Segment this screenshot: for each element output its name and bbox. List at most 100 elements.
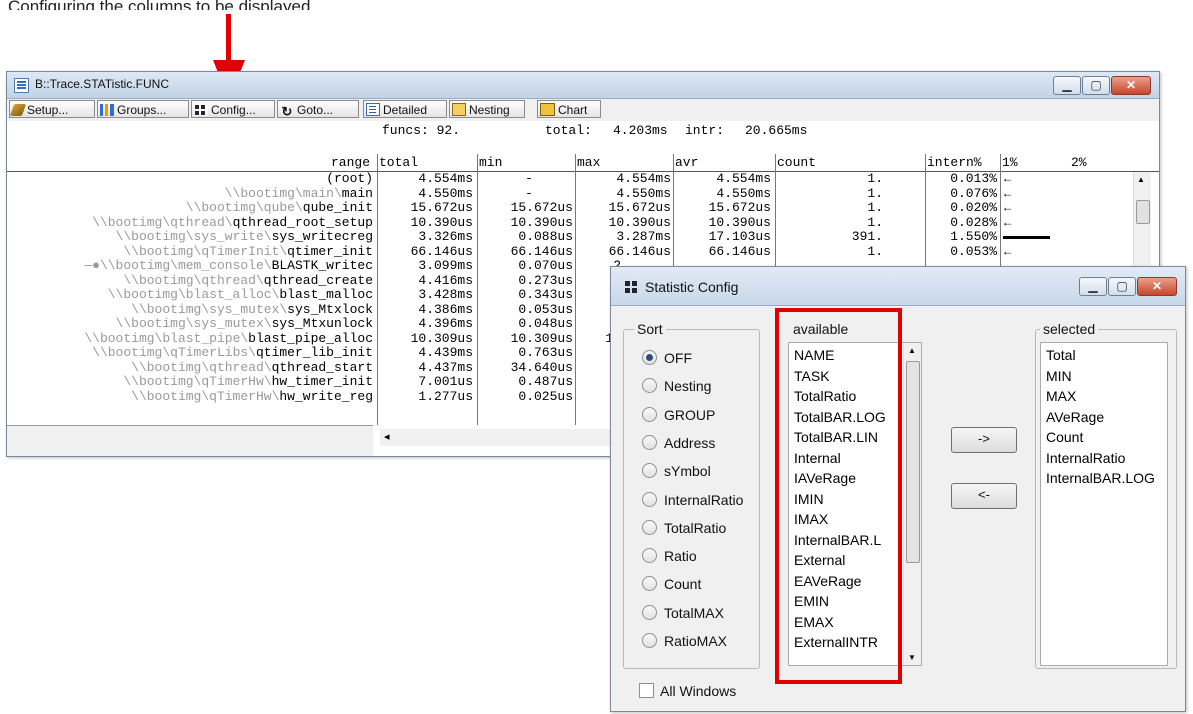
goto-button[interactable]: ↻ Goto... [277,100,359,118]
header-intern[interactable]: intern% [927,155,982,170]
table-row[interactable]: \\bootimg\main\main 4.550ms - 4.550ms 4.550m… [7,186,1133,201]
sort-option[interactable]: TotalRatio [642,519,727,536]
sort-option[interactable]: Ratio [642,548,697,564]
sort-option[interactable]: TotalMAX [642,604,724,621]
range-cell: (root) [7,172,373,186]
minimize-icon: ▁ [1088,279,1098,293]
range-path: —●\\bootimg\mem_console\ [84,258,272,273]
scroll-thumb[interactable] [1136,200,1150,224]
selected-item[interactable]: AVeRage [1046,409,1104,425]
groups-button[interactable]: Groups... [97,100,189,118]
sort-option[interactable]: sYmbol [642,463,711,479]
radio-button[interactable] [642,434,657,450]
nesting-button[interactable]: Nesting [449,100,525,118]
header-max[interactable]: max [577,155,600,170]
table-row[interactable]: \\bootimg\qube\qube_init 15.672us 15.672us… [7,200,1133,216]
radio-button[interactable] [642,378,657,394]
config-button[interactable]: Config... [191,100,275,118]
radio-button[interactable] [642,406,657,422]
column-header-row: range total min max avr count intern% 1%… [7,154,1159,172]
arrow-left-icon: ← [1004,172,1012,186]
scroll-down-icon[interactable]: ▼ [908,653,916,662]
dialog-close-button[interactable]: ✕ [1137,277,1177,296]
dialog-titlebar[interactable]: Statistic Config ▁ ▢ ✕ [611,267,1185,306]
radio-button[interactable] [642,491,657,507]
scroll-up-icon[interactable]: ▲ [908,346,916,355]
config-label: Config... [211,103,256,117]
header-avr[interactable]: avr [675,155,698,170]
total-cell: 4.416ms [418,272,473,288]
selected-item[interactable]: Count [1046,429,1083,445]
radio-button[interactable] [642,576,657,592]
setup-button[interactable]: Setup... [9,100,95,118]
avr-cell: 4.554ms [716,172,771,186]
statistic-config-dialog: Statistic Config ▁ ▢ ✕ Sort OFF Nesting GR… [610,266,1186,712]
function-name: qube_init [302,200,373,215]
sort-option[interactable]: Nesting [642,378,711,394]
titlebar[interactable]: B::Trace.STATistic.FUNC ▁ ▢ ✕ [7,72,1159,99]
grid-icon [625,281,637,293]
total-value: 4.203ms [613,123,668,138]
sort-option[interactable]: GROUP [642,406,715,423]
sort-option[interactable]: Count [642,576,701,592]
function-name: (root) [326,172,373,186]
horizontal-scrollbar[interactable]: ◂ [380,429,620,446]
sort-option[interactable]: Address [642,434,715,451]
chart-button[interactable]: Chart [537,100,601,118]
table-row[interactable]: \\bootimg\sys_write\sys_writecreg 3.326ms… [7,230,1133,244]
add-column-button[interactable]: -> [951,427,1017,453]
sort-group: Sort OFF Nesting GROUP Address sYmbol Interna… [623,321,760,669]
selected-item[interactable]: MIN [1046,368,1072,384]
radio-button[interactable] [642,548,657,564]
checkbox-box[interactable] [639,683,654,698]
available-scroll-thumb[interactable] [906,361,920,563]
arrow-left-icon[interactable]: ◂ [384,430,390,443]
selected-item[interactable]: MAX [1046,388,1076,404]
sort-option[interactable]: OFF [642,350,692,366]
radio-button[interactable] [642,463,657,479]
function-name: BLASTK_writec [271,258,373,273]
sort-option-label: RatioMAX [664,633,728,649]
range-cell: \\bootimg\qTimerLibs\qtimer_lib_init [7,346,373,360]
radio-button[interactable] [642,519,657,535]
sort-option[interactable]: RatioMAX [642,633,727,649]
min-cell: 0.048us [518,316,573,331]
selected-item[interactable]: Total [1046,347,1076,363]
dialog-minimize-button[interactable]: ▁ [1079,277,1107,296]
remove-column-button[interactable]: <- [951,483,1017,509]
radio-button[interactable] [642,350,657,365]
table-row[interactable]: \\bootimg\qTimerInit\qtimer_init 66.146us… [7,243,1133,259]
table-row[interactable]: \\bootimg\qthread\qthread_root_setup 10.3… [7,215,1133,230]
dialog-maximize-button[interactable]: ▢ [1108,277,1136,296]
available-scrollbar[interactable]: ▲ ▼ [903,343,921,665]
range-cell: \\bootimg\qthread\qthread_start [7,360,373,375]
count-cell: 1. [867,172,883,186]
count-cell: 1. [867,243,883,259]
header-min[interactable]: min [479,155,502,170]
table-row[interactable]: (root) 4.554ms - 4.554ms 4.554ms 1. 0.013% ← [7,172,1133,186]
detailed-button[interactable]: Detailed [363,100,447,118]
range-cell: \\bootimg\qTimerInit\qtimer_init [7,244,373,259]
total-cell: 4.439ms [418,345,473,360]
sort-option-label: TotalRatio [664,519,727,536]
all-windows-label: All Windows [660,683,737,699]
selected-list[interactable]: Total MIN MAX AVeRage Count InternalRatio Inte… [1040,342,1168,666]
selected-label: selected [1040,321,1099,337]
range-path: \\bootimg\qTimerHw\ [131,388,280,404]
minimize-button[interactable]: ▁ [1053,76,1081,95]
max-cell: 66.146us [608,243,671,259]
radio-button[interactable] [642,604,657,620]
selected-item[interactable]: InternalBAR.LOG [1046,470,1155,486]
all-windows-checkbox[interactable]: All Windows [639,683,736,699]
selected-item[interactable]: InternalRatio [1046,450,1125,466]
header-count[interactable]: count [777,155,816,170]
close-button[interactable]: ✕ [1111,76,1151,95]
maximize-icon: ▢ [1116,279,1128,293]
radio-button[interactable] [642,633,657,648]
header-range[interactable]: range [331,155,370,170]
scroll-up-icon[interactable]: ▲ [1137,175,1145,184]
maximize-button[interactable]: ▢ [1082,76,1110,95]
sort-option[interactable]: InternalRatio [642,491,743,508]
avr-cell: 66.146us [708,243,771,259]
header-total[interactable]: total [379,155,418,170]
